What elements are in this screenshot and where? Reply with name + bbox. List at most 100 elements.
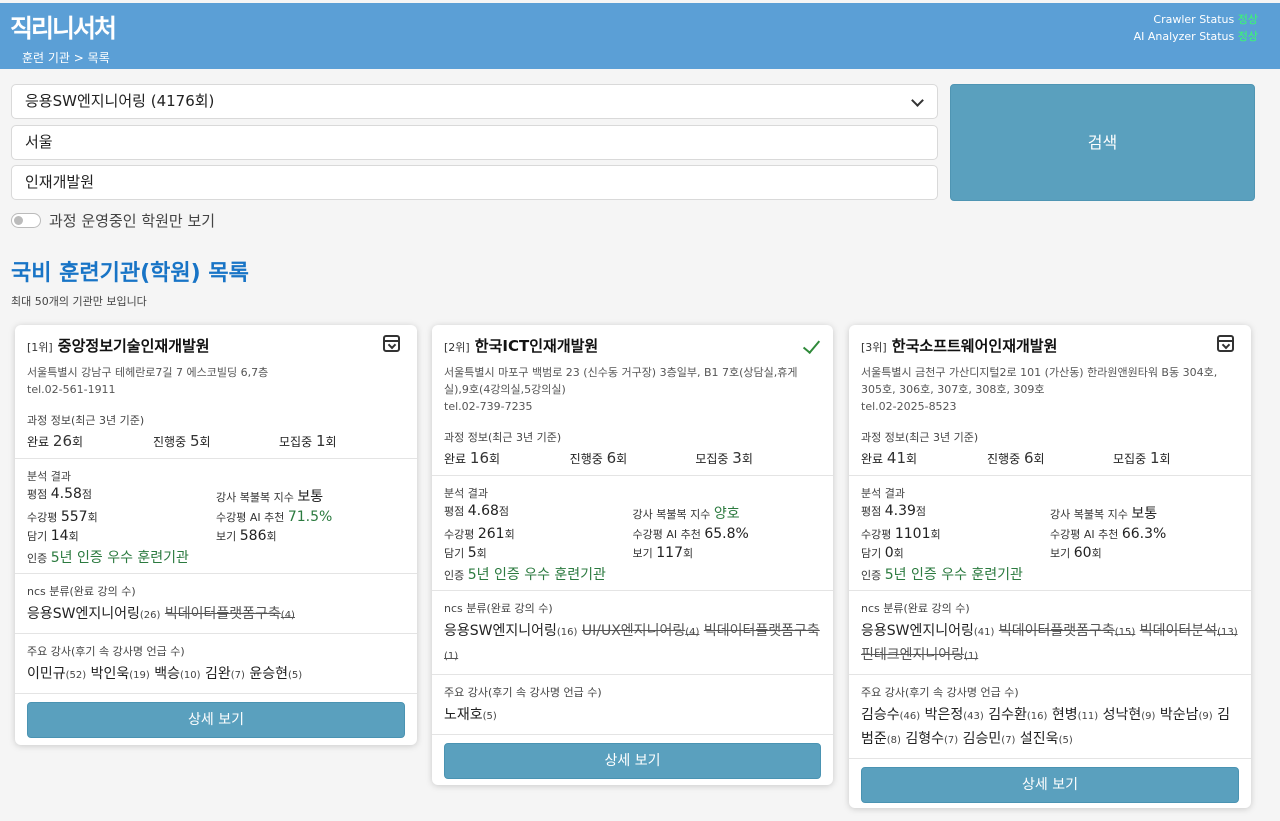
course-info-label: 과정 정보(최근 3년 기준)	[27, 414, 145, 427]
teacher-item: 김승민(7)	[962, 731, 1016, 747]
archive-download-icon[interactable]	[383, 335, 400, 352]
teacher-item: 김수환(16)	[988, 707, 1048, 723]
teachers-label: 주요 강사(후기 속 강사명 언급 수)	[861, 686, 1019, 699]
keyword-input[interactable]: 인재개발원	[11, 165, 938, 200]
institution-address: 서울특별시 마포구 백범로 23 (신수동 거구장) 3층일부, B1 7호(상…	[444, 366, 798, 396]
region-input[interactable]: 서울	[11, 125, 938, 160]
view-count: 보기 60회	[1050, 545, 1102, 561]
app-logo[interactable]: 직리니서처	[10, 9, 117, 45]
active-only-label: 과정 운영중인 학원만 보기	[49, 212, 216, 230]
attendance-count: 수강평 557회	[27, 509, 98, 525]
rating-value: 평점 4.68점	[444, 503, 510, 519]
rank-badge: [2위]	[444, 341, 470, 354]
archive-download-icon[interactable]	[1217, 335, 1234, 352]
ncs-item: 빅데이터플랫폼구축(15)	[998, 623, 1136, 639]
attendance-count: 수강평 1101회	[861, 526, 941, 542]
institution-name[interactable]: 중앙정보기술인재개발원	[58, 337, 210, 355]
course-select[interactable]: 응용SW엔지니어링 (4176회)	[11, 84, 938, 119]
teacher-list: 김승수(46) 박은정(43) 김수환(16) 현병(11) 성낙현(9) 박순…	[861, 704, 1239, 752]
ncs-label: ncs 분류(완료 강의 수)	[444, 602, 553, 615]
teacher-item: 김형수(7)	[905, 731, 959, 747]
teachers-label: 주요 강사(후기 속 강사명 언급 수)	[444, 686, 602, 699]
teacher-item: 백승(10)	[154, 666, 201, 682]
teacher-item: 현병(11)	[1051, 707, 1099, 723]
recruit-count: 모집중 1회	[279, 432, 337, 450]
ongoing-count: 진행중 6회	[569, 449, 628, 467]
page-title: 국비 훈련기관(학원) 목록	[11, 261, 249, 286]
rank-badge: [1위]	[27, 341, 53, 354]
ncs-label: ncs 분류(완료 강의 수)	[27, 585, 136, 598]
teacher-item: 이민규(52)	[27, 666, 87, 682]
app-header: 직리니서처 훈련 기관 > 목록 Crawler Status 정상 AI An…	[0, 3, 1280, 69]
instructor-index: 강사 복불복 지수 양호	[632, 506, 740, 522]
certification: 인증 5년 인증 우수 훈련기관	[861, 567, 1023, 583]
rank-badge: [3위]	[861, 341, 887, 354]
teacher-item: 김승수(46)	[861, 707, 921, 723]
teacher-item: 박은정(43)	[924, 707, 984, 723]
course-info-label: 과정 정보(최근 3년 기준)	[444, 431, 562, 444]
view-count: 보기 586회	[216, 528, 277, 544]
ncs-item: 응용SW엔지니어링(26)	[27, 606, 161, 622]
recruit-count: 모집중 1회	[1113, 449, 1171, 467]
ncs-list: 응용SW엔지니어링(26) 빅데이터플랫폼구축(4)	[27, 603, 405, 627]
analysis-label: 분석 결과	[444, 487, 488, 500]
teacher-list: 노재호(5)	[444, 704, 821, 728]
analyzer-status: AI Analyzer Status 정상	[1134, 28, 1258, 44]
teacher-item: 노재호(5)	[444, 707, 497, 723]
ncs-list: 응용SW엔지니어링(16) UI/UX엔지니어링(4) 빅데이터플랫폼구축(1)	[444, 620, 821, 668]
like-count: 담기 0회	[861, 545, 904, 561]
teacher-list: 이민규(52) 박인욱(19) 백승(10) 김완(7) 윤승현(5)	[27, 663, 405, 687]
certification: 인증 5년 인증 우수 훈련기관	[444, 567, 606, 583]
instructor-index: 강사 복불복 지수 보통	[216, 489, 324, 505]
detail-button[interactable]: 상세 보기	[444, 743, 821, 779]
institution-card: [3위] 한국소프트웨어인재개발원 서울특별시 금천구 가산디지털2로 101 …	[849, 325, 1251, 808]
ai-recommend: 수강평 AI 추천 65.8%	[632, 526, 749, 542]
like-count: 담기 5회	[444, 545, 487, 561]
search-button[interactable]: 검색	[950, 84, 1255, 201]
teacher-item: 박순남(9)	[1159, 707, 1213, 723]
institution-name[interactable]: 한국소프트웨어인재개발원	[892, 337, 1058, 355]
teacher-item: 김완(7)	[205, 666, 245, 682]
region-input-value: 서울	[25, 133, 53, 151]
ncs-item: UI/UX엔지니어링(4)	[581, 623, 700, 639]
institution-address: 서울특별시 강남구 테헤란로7길 7 에스코빌딩 6,7층	[27, 366, 269, 379]
ai-recommend: 수강평 AI 추천 71.5%	[216, 509, 333, 525]
crawler-status-value: 정상	[1237, 13, 1258, 26]
detail-button[interactable]: 상세 보기	[27, 702, 405, 738]
rating-value: 평점 4.58점	[27, 486, 93, 502]
active-only-toggle[interactable]	[11, 213, 41, 228]
teachers-label: 주요 강사(후기 속 강사명 언급 수)	[27, 645, 185, 658]
done-count: 완료 41회	[861, 449, 918, 467]
ncs-item: 빅데이터플랫폼구축(4)	[164, 606, 295, 622]
analyzer-status-label: AI Analyzer Status	[1133, 30, 1235, 43]
institution-phone: tel.02-2025-8523	[861, 400, 957, 413]
ncs-item: 응용SW엔지니어링(41)	[861, 623, 995, 639]
ncs-list: 응용SW엔지니어링(41) 빅데이터플랫폼구축(15) 빅데이터분석(13) 핀…	[861, 620, 1239, 668]
instructor-index: 강사 복불복 지수 보통	[1050, 506, 1158, 522]
attendance-count: 수강평 261회	[444, 526, 515, 542]
institution-address: 서울특별시 금천구 가산디지털2로 101 (가산동) 한라원앤원타워 B동 3…	[861, 366, 1218, 396]
ai-recommend: 수강평 AI 추천 66.3%	[1050, 526, 1167, 542]
breadcrumb[interactable]: 훈련 기관 > 목록	[22, 49, 110, 66]
rating-value: 평점 4.39점	[861, 503, 927, 519]
like-count: 담기 14회	[27, 528, 79, 544]
keyword-input-value: 인재개발원	[25, 173, 95, 191]
teacher-item: 성낙현(9)	[1102, 707, 1156, 723]
analyzer-status-value: 정상	[1237, 30, 1258, 43]
crawler-status: Crawler Status 정상	[1153, 11, 1258, 27]
teacher-item: 윤승현(5)	[249, 666, 303, 682]
course-info-label: 과정 정보(최근 3년 기준)	[861, 431, 979, 444]
institution-phone: tel.02-561-1911	[27, 383, 116, 396]
institution-card: [1위] 중앙정보기술인재개발원 서울특별시 강남구 테헤란로7길 7 에스코빌…	[15, 325, 417, 745]
ncs-item: 빅데이터분석(13)	[1139, 623, 1238, 639]
institution-card: [2위] 한국ICT인재개발원 서울특별시 마포구 백범로 23 (신수동 거구…	[432, 325, 833, 785]
view-count: 보기 117회	[632, 545, 694, 561]
analysis-label: 분석 결과	[27, 470, 71, 483]
teacher-item: 설진욱(5)	[1019, 731, 1073, 747]
institution-name[interactable]: 한국ICT인재개발원	[475, 337, 598, 355]
detail-button[interactable]: 상세 보기	[861, 767, 1239, 803]
page-subtitle: 최대 50개의 기관만 보입니다	[11, 295, 147, 308]
done-count: 완료 26회	[27, 432, 84, 450]
ncs-item: 응용SW엔지니어링(16)	[444, 623, 578, 639]
recruit-count: 모집중 3회	[695, 449, 753, 467]
